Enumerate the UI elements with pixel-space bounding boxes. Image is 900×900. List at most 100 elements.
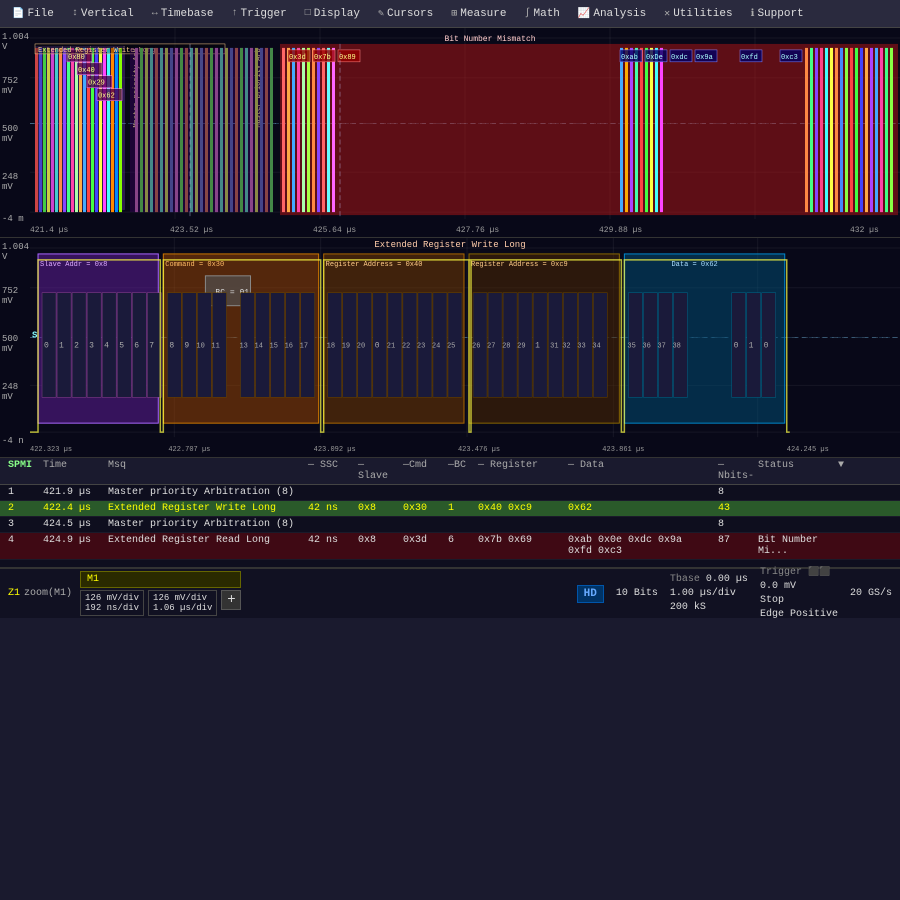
svg-text:22: 22 [402,343,410,351]
vertical-icon: ↕ [72,8,78,19]
add-channel-button[interactable]: + [221,590,241,610]
cell-status [754,487,834,498]
col-nbits: — Nbits- [714,460,754,482]
cell-time: 424.5 µs [39,519,104,530]
cell-nbits: 43 [714,503,754,514]
svg-text:Register Address = 0x40: Register Address = 0x40 [326,261,423,269]
svg-text:0: 0 [375,342,380,351]
cell-msq: Extended Register Write Long [104,503,304,514]
svg-text:33: 33 [577,343,585,351]
svg-text:20: 20 [357,343,365,351]
svg-text:15: 15 [270,343,278,351]
bits-label: 10 Bits [616,588,658,599]
cell-bc [444,519,474,530]
svg-text:16: 16 [285,343,293,351]
cell-ssc [304,519,354,530]
timebase-block: Tbase 0.00 µs 1.00 µs/div 200 kS [670,573,748,615]
svg-text:0: 0 [734,342,739,351]
col-ssc: — SSC [304,460,354,482]
svg-text:0x80: 0x80 [68,54,85,62]
col-bc: —BC [444,460,474,482]
menu-math[interactable]: ∫ Math [516,5,567,23]
menubar: 📄 File ↕ Vertical ↔ Timebase ↑ Trigger □… [0,0,900,28]
svg-text:422.323 µs: 422.323 µs [30,446,72,454]
cell-register: 0x7b 0x69 [474,535,564,557]
svg-text:23: 23 [417,343,425,351]
ch-scale-block: 126 mV/div 192 ns/div [80,590,144,616]
svg-text:0xab: 0xab [621,54,638,62]
cell-status: Bit Number Mi... [754,535,834,557]
cell-nbits: 8 [714,487,754,498]
analysis-icon: 📈 [578,8,590,20]
menu-file[interactable]: 📄 File [4,5,62,23]
cell-msq: Master priority Arbitration (8) [104,519,304,530]
cursors-icon: ✎ [378,8,384,20]
y-label-top: 1.004 V [2,32,30,52]
svg-text:11: 11 [211,343,219,351]
svg-text:14: 14 [255,343,263,351]
svg-text:0xfd: 0xfd [741,54,758,62]
svg-text:7: 7 [149,342,154,351]
y-label-2: 752 mV [2,76,30,96]
cell-time: 421.9 µs [39,487,104,498]
status-bar: Z1 zoom(M1) M1 126 mV/div 192 ns/div 126… [0,568,900,618]
menu-display[interactable]: □ Display [297,5,368,23]
cell-register [474,487,564,498]
trigger-block: Trigger ⬛⬛ 0.0 mV Stop Edge Positive [760,566,838,622]
svg-text:29: 29 [517,343,525,351]
svg-text:25: 25 [447,343,455,351]
bottom-y-label-2: 752 mV [2,286,30,306]
channel-selector[interactable]: M1 [80,571,241,588]
menu-support[interactable]: ℹ Support [743,5,812,23]
bottom-waveform-svg: Slave Addr = 0x8 0 1 2 3 4 5 6 7 S Comma… [30,238,900,457]
svg-text:0x29: 0x29 [88,80,105,88]
bottom-y-label-4: 248 mV [2,382,30,402]
bottom-y-label-top: 1.004 V [2,242,30,262]
sample-rate-label: 20 GS/s [850,588,892,599]
svg-text:8: 8 [169,342,174,351]
cell-msq: Master priority Arbitration (8) [104,487,304,498]
svg-text:422.707 µs: 422.707 µs [168,446,210,454]
cell-bc: 1 [444,503,474,514]
svg-text:424.245 µs: 424.245 µs [787,446,829,454]
timebase-icon: ↔ [152,8,158,19]
menu-measure[interactable]: ⊞ Measure [443,5,514,23]
cell-time: 424.9 µs [39,535,104,557]
cell-cmd [399,487,444,498]
col-sort[interactable]: ▼ [834,460,844,482]
menu-analysis[interactable]: 📈 Analysis [570,5,654,23]
svg-text:1: 1 [535,342,540,351]
display-icon: □ [305,8,311,19]
zoom-id-label: Z1 [8,588,20,599]
cell-slave: 0x8 [354,503,399,514]
svg-text:36: 36 [642,343,650,351]
menu-timebase[interactable]: ↔ Timebase [144,5,222,23]
menu-trigger[interactable]: ↑ Trigger [224,5,295,23]
cell-nbits: 8 [714,519,754,530]
top-waveform-view: 1.004 V 752 mV 500 mV 248 mV -4 m [0,28,900,238]
right-status-area: HD 10 Bits Tbase 0.00 µs 1.00 µs/div 200… [577,566,892,622]
menu-vertical[interactable]: ↕ Vertical [64,5,142,23]
cell-register: 0x40 0xc9 [474,503,564,514]
menu-cursors[interactable]: ✎ Cursors [370,5,441,23]
cell-bc [444,487,474,498]
col-time: Time [39,460,104,482]
svg-text:Data = 0x62: Data = 0x62 [671,261,717,269]
cell-slave: 0x8 [354,535,399,557]
svg-text:0x40: 0x40 [78,67,95,75]
menu-utilities[interactable]: ✕ Utilities [656,5,740,23]
cell-nbits: 87 [714,535,754,557]
table-row: 4 424.9 µs Extended Register Read Long 4… [0,533,900,560]
cell-num: 2 [4,503,39,514]
col-spmi: SPMI [4,460,39,482]
math-icon: ∫ [524,8,530,19]
svg-text:28: 28 [502,343,510,351]
svg-text:26: 26 [472,343,480,351]
ch-zoom-scale-block: 126 mV/div 1.06 µs/div [148,590,217,616]
trigger-icon: ↑ [232,8,238,19]
svg-text:35: 35 [627,343,635,351]
svg-text:4: 4 [104,342,109,351]
svg-text:0xDe: 0xDe [646,54,663,62]
svg-text:Register Address = 0xc9: Register Address = 0xc9 [471,261,568,269]
cell-time: 422.4 µs [39,503,104,514]
